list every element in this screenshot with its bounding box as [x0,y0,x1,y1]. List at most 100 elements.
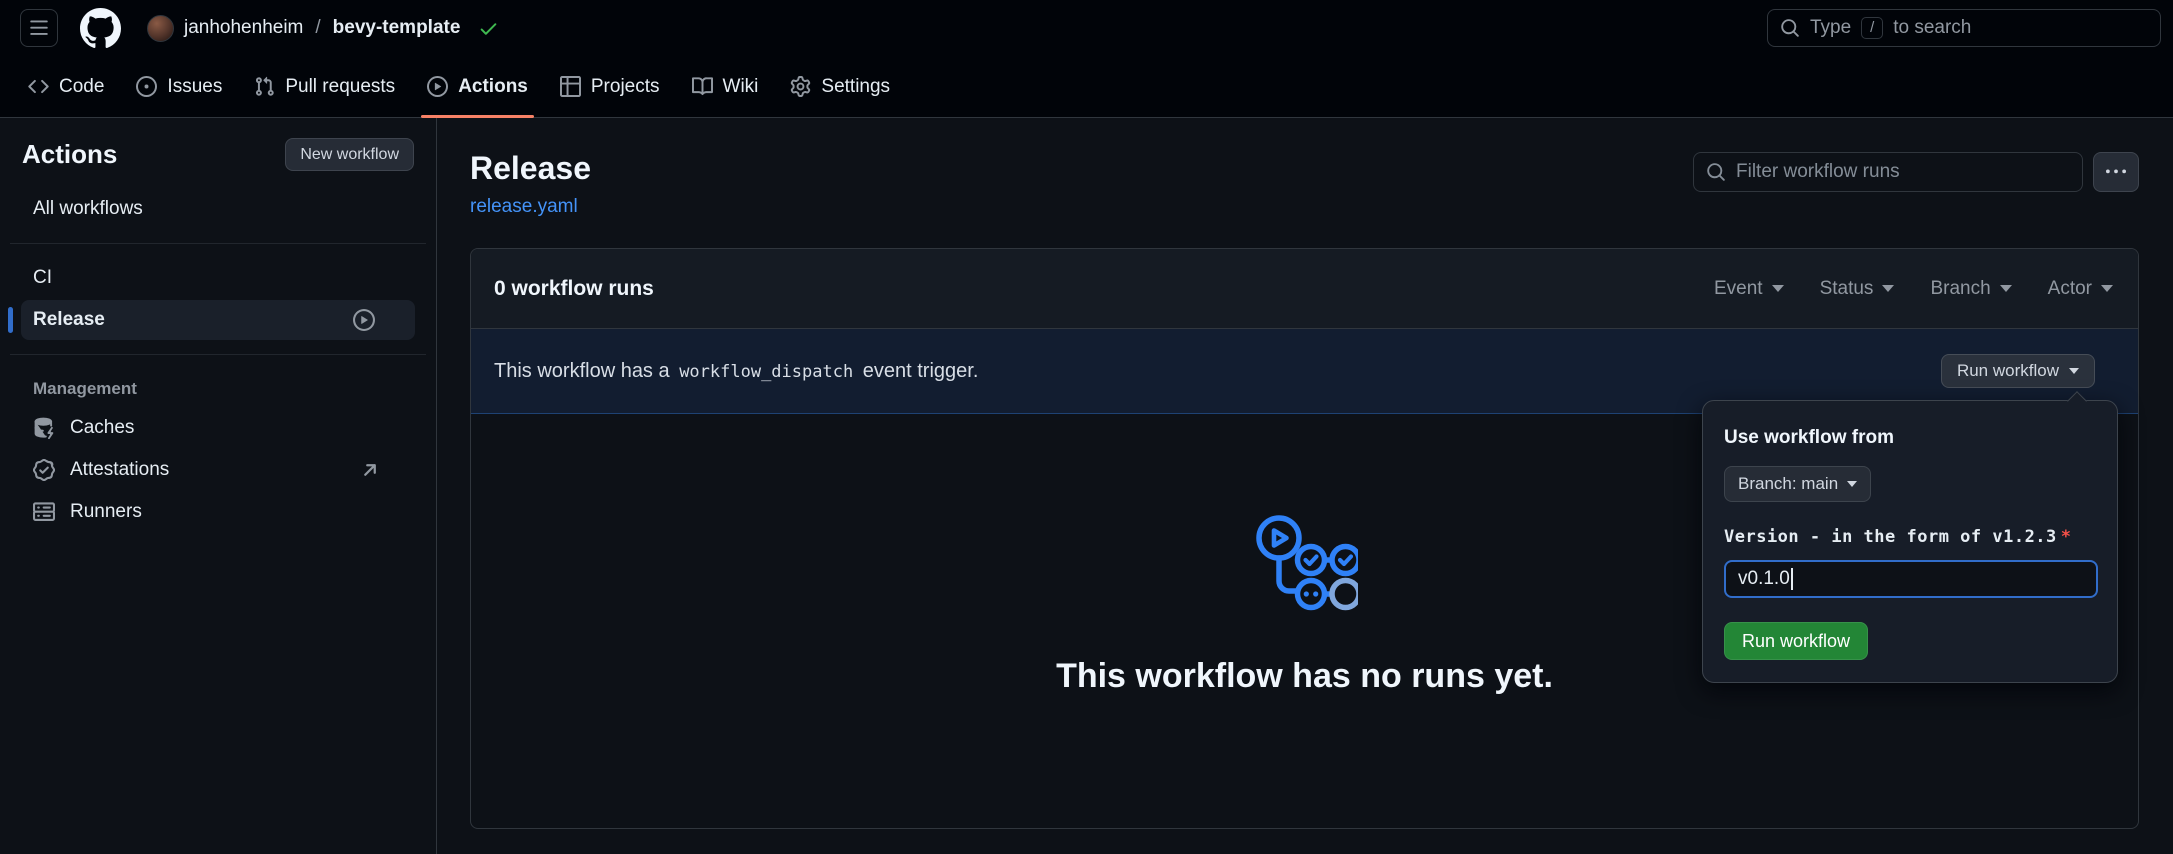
new-workflow-button[interactable]: New workflow [285,138,414,171]
sidebar-divider [10,354,426,355]
sidebar-divider [10,243,426,244]
version-label-text: Version - in the form of v1.2.3 [1724,527,2057,547]
book-icon [692,76,713,97]
workflow-dispatch-play-icon [353,309,375,331]
run-workflow-label: Run workflow [1957,361,2059,381]
global-search-input[interactable]: Type / to search [1767,9,2161,47]
verified-icon [33,459,55,481]
chevron-down-icon [2069,368,2079,374]
git-pull-request-icon [254,76,275,97]
sidebar-item-label: Runners [70,501,142,523]
version-input[interactable]: v0.1.0 [1724,560,2098,598]
tab-label: Projects [591,76,660,98]
search-placeholder-suffix: to search [1893,17,1971,39]
filter-workflow-runs-input[interactable]: Filter workflow runs [1693,152,2083,192]
tab-label: Settings [821,76,890,98]
filter-placeholder: Filter workflow runs [1736,161,1900,183]
filter-label: Actor [2048,278,2092,300]
user-avatar[interactable] [147,15,174,42]
gear-icon [790,76,811,97]
run-workflow-submit-button[interactable]: Run workflow [1724,622,1868,660]
filter-label: Branch [1930,278,1990,300]
breadcrumb: janhohenheim / bevy-template [147,15,499,42]
branch-filter-dropdown[interactable]: Branch [1930,278,2011,300]
commit-check-icon[interactable] [478,18,499,39]
slash-key-hint: / [1861,17,1883,39]
repo-nav: Code Issues Pull requests Actions Projec… [0,56,2173,118]
app-header: janhohenheim / bevy-template Type / to s… [0,0,2173,56]
tab-pull-requests[interactable]: Pull requests [242,56,407,117]
tab-projects[interactable]: Projects [548,56,672,117]
external-link-icon [360,460,380,480]
breadcrumb-user-link[interactable]: janhohenheim [184,17,303,39]
version-input-label: Version - in the form of v1.2.3* [1724,527,2096,547]
search-placeholder-prefix: Type [1810,17,1851,39]
table-icon [560,76,581,97]
sidebar-item-attestations[interactable]: Attestations [0,449,436,491]
banner-text-suffix: event trigger. [863,360,979,382]
sidebar-item-label: Attestations [70,459,169,481]
text-cursor [1791,568,1793,590]
status-filter-dropdown[interactable]: Status [1820,278,1895,300]
banner-text: This workflow has a workflow_dispatch ev… [494,360,978,383]
banner-code: workflow_dispatch [675,362,857,382]
code-icon [28,76,49,97]
workflow-runs-empty-icon [1252,513,1358,611]
filter-label: Status [1820,278,1874,300]
chevron-down-icon [2000,285,2012,292]
chevron-down-icon [1882,285,1894,292]
issue-opened-icon [136,76,157,97]
breadcrumb-repo-link[interactable]: bevy-template [333,17,461,39]
runs-list-header: 0 workflow runs Event Status Branch [471,249,2138,329]
tab-wiki[interactable]: Wiki [680,56,771,117]
sidebar-item-caches[interactable]: Caches [0,407,436,449]
event-filter-dropdown[interactable]: Event [1714,278,1784,300]
actor-filter-dropdown[interactable]: Actor [2048,278,2113,300]
tab-label: Actions [458,76,528,98]
banner-text-prefix: This workflow has a [494,360,670,382]
sidebar-item-label: CI [33,267,52,289]
tab-settings[interactable]: Settings [778,56,902,117]
tab-actions[interactable]: Actions [415,56,540,117]
branch-selector-label: Branch: main [1738,474,1838,494]
play-icon [427,76,448,97]
chevron-down-icon [1772,285,1784,292]
sidebar-item-all-workflows[interactable]: All workflows [21,189,415,229]
actions-sidebar: Actions New workflow All workflows CI Re… [0,118,437,854]
three-bars-icon [29,18,49,38]
required-marker: * [2057,527,2072,547]
tab-label: Issues [167,76,222,98]
branch-selector-button[interactable]: Branch: main [1724,466,1871,502]
sidebar-item-release[interactable]: Release [21,300,415,340]
chevron-down-icon [1847,481,1857,487]
sidebar-item-label: Caches [70,417,134,439]
tab-label: Pull requests [285,76,395,98]
kebab-horizontal-icon [2106,162,2126,182]
github-logo[interactable] [80,8,121,49]
sidebar-item-label: All workflows [33,198,143,220]
sidebar-item-ci[interactable]: CI [21,258,415,298]
run-workflow-popover: Use workflow from Branch: main Version -… [1702,400,2118,683]
version-input-value: v0.1.0 [1738,568,1790,590]
server-icon [33,501,55,523]
chevron-down-icon [2101,285,2113,292]
tab-code[interactable]: Code [16,56,116,117]
popover-title: Use workflow from [1724,427,2096,449]
management-section-label: Management [0,369,436,407]
page-title: Release [470,150,591,187]
search-icon [1780,18,1800,38]
cache-icon [33,417,55,439]
runs-count: 0 workflow runs [494,277,654,301]
hamburger-menu-button[interactable] [20,9,58,47]
search-icon [1706,162,1726,182]
tab-issues[interactable]: Issues [124,56,234,117]
workflow-file-link[interactable]: release.yaml [470,196,578,218]
sidebar-item-runners[interactable]: Runners [0,491,436,533]
empty-state-title: This workflow has no runs yet. [1056,657,1553,696]
sidebar-title: Actions [22,139,117,170]
breadcrumb-separator: / [313,17,322,39]
tab-label: Code [59,76,104,98]
workflow-options-button[interactable] [2093,152,2139,192]
run-workflow-dropdown-button[interactable]: Run workflow [1941,354,2095,388]
sidebar-item-label: Release [33,309,105,331]
